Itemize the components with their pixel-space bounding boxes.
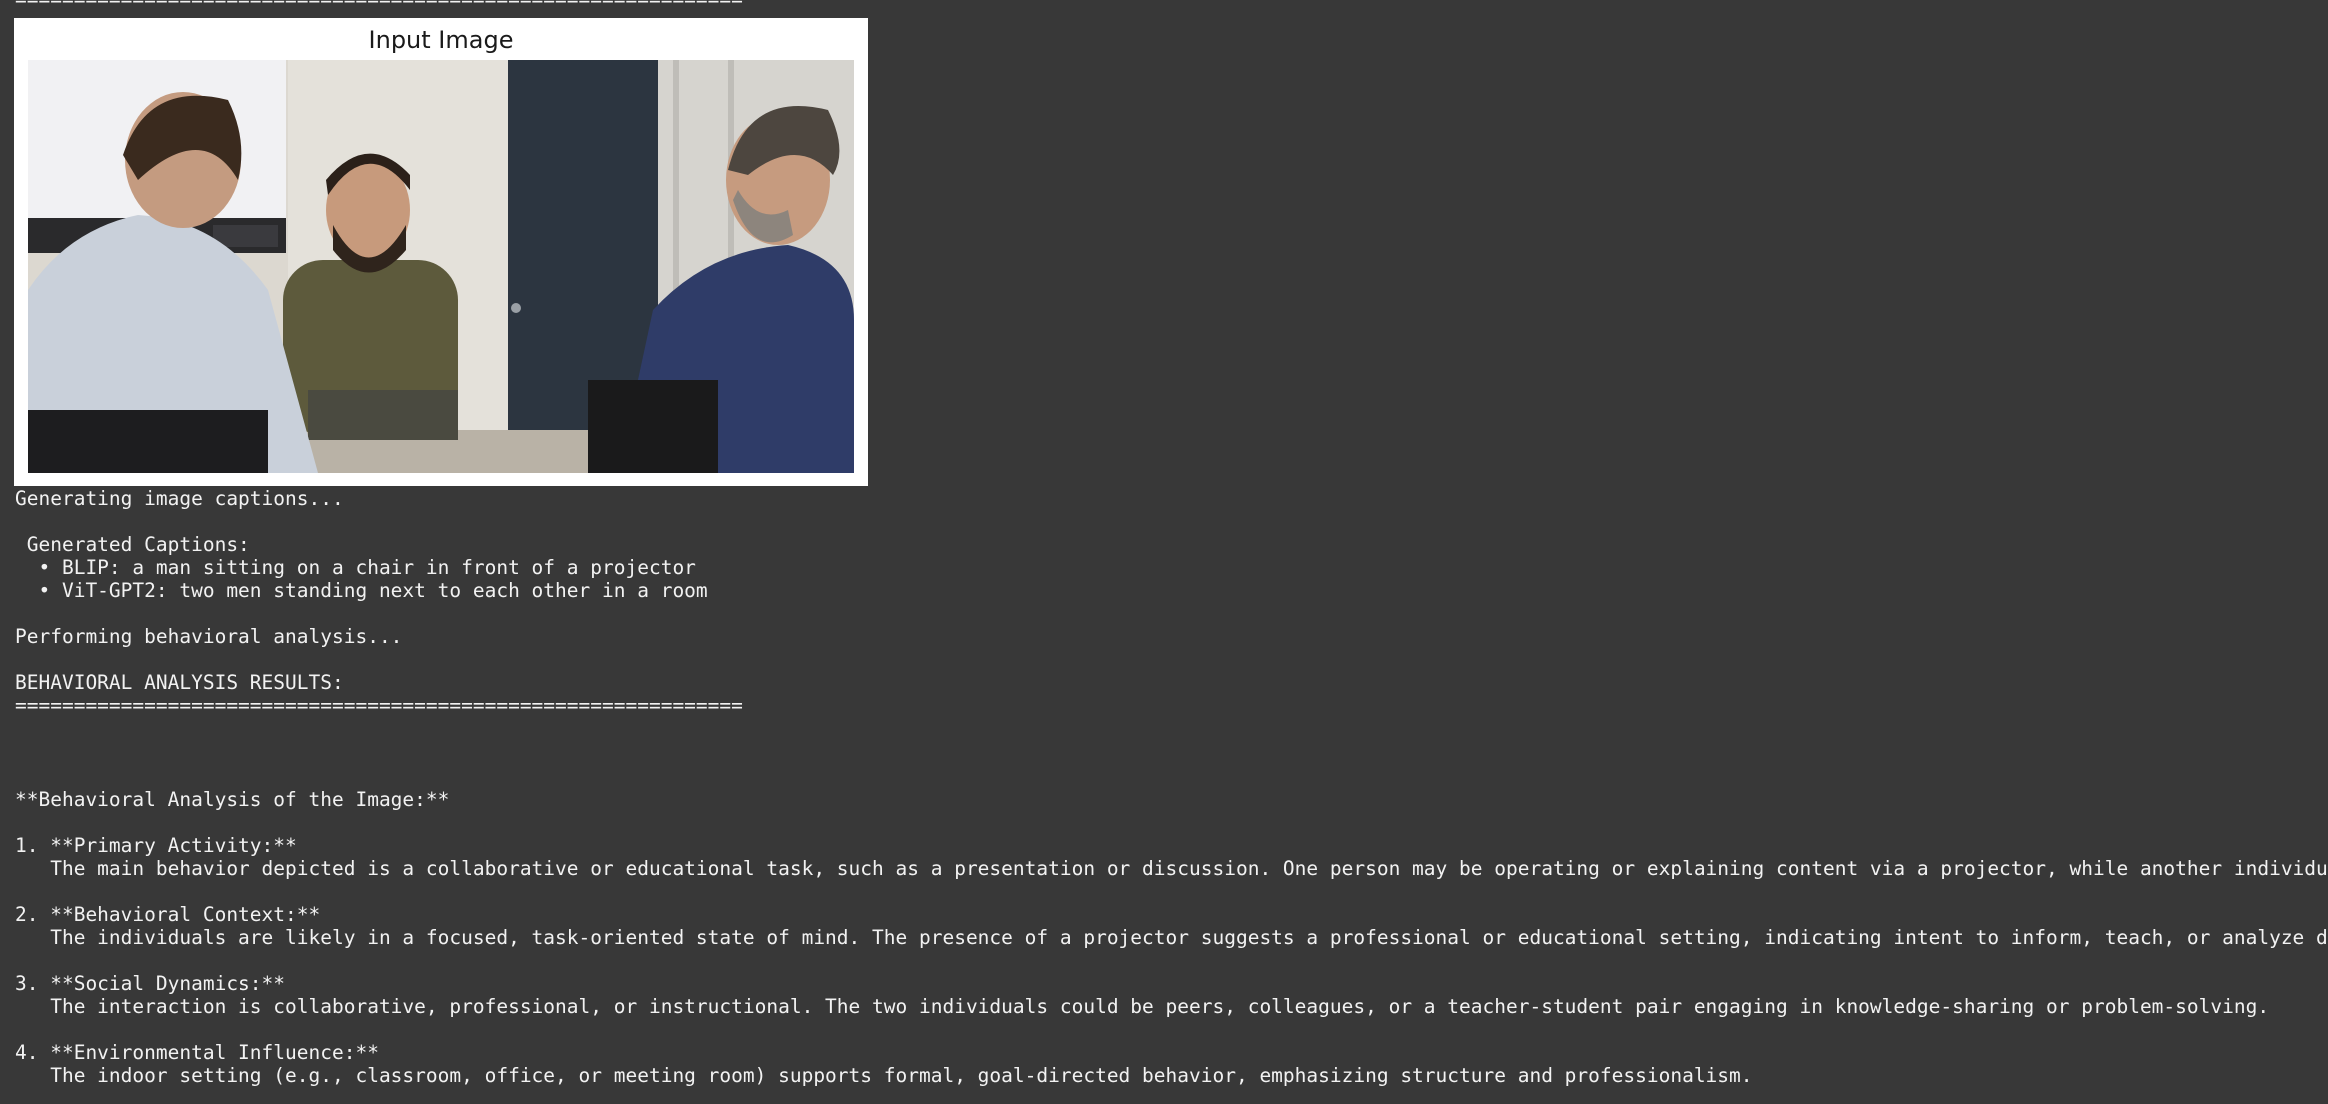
analysis-item-title: 3. **Social Dynamics:** bbox=[15, 972, 286, 995]
analysis-heading: **Behavioral Analysis of the Image:** bbox=[15, 788, 450, 811]
log-performing: Performing behavioral analysis... bbox=[15, 625, 403, 648]
results-separator: ========================================… bbox=[15, 694, 743, 717]
analysis-item-title: 4. **Environmental Influence:** bbox=[15, 1041, 379, 1064]
captions-header: Generated Captions: bbox=[15, 533, 250, 556]
log-generating: Generating image captions... bbox=[15, 487, 344, 510]
analysis-item-title: 2. **Behavioral Context:** bbox=[15, 903, 321, 926]
caption-blip: • BLIP: a man sitting on a chair in fron… bbox=[15, 556, 696, 579]
analysis-item-body: The indoor setting (e.g., classroom, off… bbox=[15, 1064, 1753, 1087]
analysis-item-body: The individuals are likely in a focused,… bbox=[15, 926, 2328, 949]
analysis-item-body: The interaction is collaborative, profes… bbox=[15, 995, 2270, 1018]
caption-vit-gpt2: • ViT-GPT2: two men standing next to eac… bbox=[15, 579, 708, 602]
figure-title: Input Image bbox=[368, 26, 514, 54]
analysis-item-title: 1. **Primary Activity:** bbox=[15, 834, 297, 857]
results-header: BEHAVIORAL ANALYSIS RESULTS: bbox=[15, 671, 344, 694]
analysis-item-body: The main behavior depicted is a collabor… bbox=[15, 857, 2328, 880]
top-separator: ========================================… bbox=[15, 0, 743, 11]
photo-illustration bbox=[28, 60, 854, 473]
input-photo bbox=[28, 60, 854, 473]
input-image-figure: Input Image bbox=[14, 18, 868, 486]
